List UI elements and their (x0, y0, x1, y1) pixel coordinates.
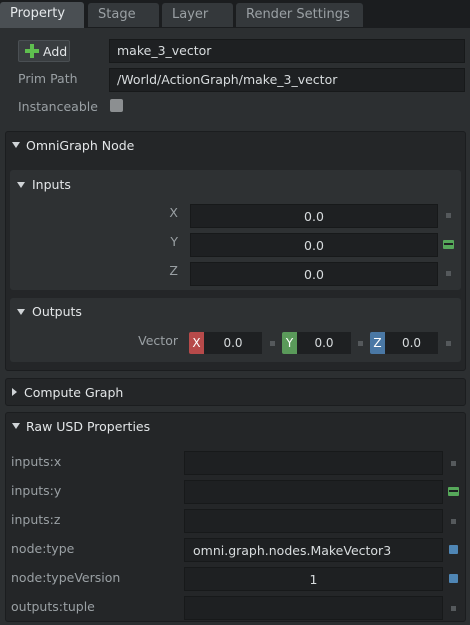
prop-label: inputs:x (11, 454, 62, 469)
attribute-dot-icon (270, 341, 275, 346)
input-z-field[interactable]: 0.0 (190, 262, 438, 286)
input-y-field[interactable]: 0.0 (190, 233, 438, 257)
attribute-dot-icon (446, 213, 451, 218)
prop-inputs-y-field[interactable] (184, 480, 443, 504)
collapse-triangle-icon[interactable] (17, 309, 25, 315)
attribute-dot-icon (358, 341, 363, 346)
prop-label: inputs:y (11, 483, 62, 498)
collapse-triangle-icon[interactable] (12, 142, 20, 148)
attribute-dot-icon (451, 519, 456, 524)
attribute-dot-icon (446, 341, 451, 346)
attribute-dot-icon (451, 606, 456, 611)
tab-label: Stage (98, 7, 136, 22)
input-y-label: Y (170, 234, 178, 249)
prop-node-type-version-field[interactable]: 1 (184, 567, 443, 591)
instanceable-label: Instanceable (18, 99, 98, 114)
vector-y-field[interactable]: 0.0 (297, 332, 351, 354)
prop-inputs-x-field[interactable] (184, 451, 443, 475)
tab-property[interactable]: Property (0, 2, 84, 28)
collapse-triangle-icon[interactable] (17, 182, 25, 188)
prop-inputs-z-field[interactable] (184, 509, 443, 533)
expand-triangle-icon[interactable] (12, 388, 17, 396)
prop-label: node:type (11, 541, 75, 556)
prim-name-field[interactable]: make_3_vector (109, 39, 465, 63)
compute-graph-title[interactable]: Compute Graph (24, 385, 123, 400)
prim-path-label: Prim Path (18, 71, 78, 86)
vector-label: Vector (138, 333, 178, 348)
input-x-label: X (169, 205, 178, 220)
add-button-label: Add (43, 44, 68, 59)
prop-node-type-field[interactable]: omni.graph.nodes.MakeVector3 (184, 538, 443, 562)
collapse-triangle-icon[interactable] (12, 423, 20, 429)
tab-bar: Property Stage Layer Render Settings (0, 0, 470, 28)
outputs-title[interactable]: Outputs (32, 304, 82, 319)
attribute-dot-icon (446, 271, 451, 276)
prop-label: outputs:tuple (11, 599, 95, 614)
vector-x-field[interactable]: 0.0 (204, 332, 262, 354)
x-axis-badge: X (189, 332, 204, 354)
tab-label: Property (10, 6, 66, 21)
raw-usd-title[interactable]: Raw USD Properties (26, 419, 150, 434)
attribute-set-icon[interactable] (449, 574, 458, 583)
instanceable-checkbox[interactable] (110, 99, 123, 112)
tab-label: Layer (172, 7, 209, 22)
add-button[interactable]: Add (18, 40, 70, 62)
inputs-title[interactable]: Inputs (32, 177, 71, 192)
attribute-dot-icon (451, 461, 456, 466)
vector-z-field[interactable]: 0.0 (385, 332, 438, 354)
input-z-label: Z (169, 263, 178, 278)
tab-label: Render Settings (246, 7, 350, 22)
prop-outputs-tuple-field[interactable] (184, 596, 443, 620)
tab-render-settings[interactable]: Render Settings (236, 3, 363, 27)
attribute-set-icon[interactable] (449, 545, 458, 554)
tab-layer[interactable]: Layer (162, 3, 233, 27)
prop-label: node:typeVersion (11, 570, 121, 585)
connected-icon[interactable] (443, 240, 454, 249)
y-axis-badge: Y (282, 332, 297, 354)
plus-icon (24, 43, 40, 59)
tab-stage[interactable]: Stage (88, 3, 159, 27)
prop-label: inputs:z (11, 512, 61, 527)
omnigraph-node-title[interactable]: OmniGraph Node (26, 138, 134, 153)
input-x-field[interactable]: 0.0 (190, 204, 438, 228)
z-axis-badge: Z (370, 332, 385, 354)
prim-path-field[interactable]: /World/ActionGraph/make_3_vector (109, 68, 465, 92)
connected-icon[interactable] (448, 487, 459, 496)
